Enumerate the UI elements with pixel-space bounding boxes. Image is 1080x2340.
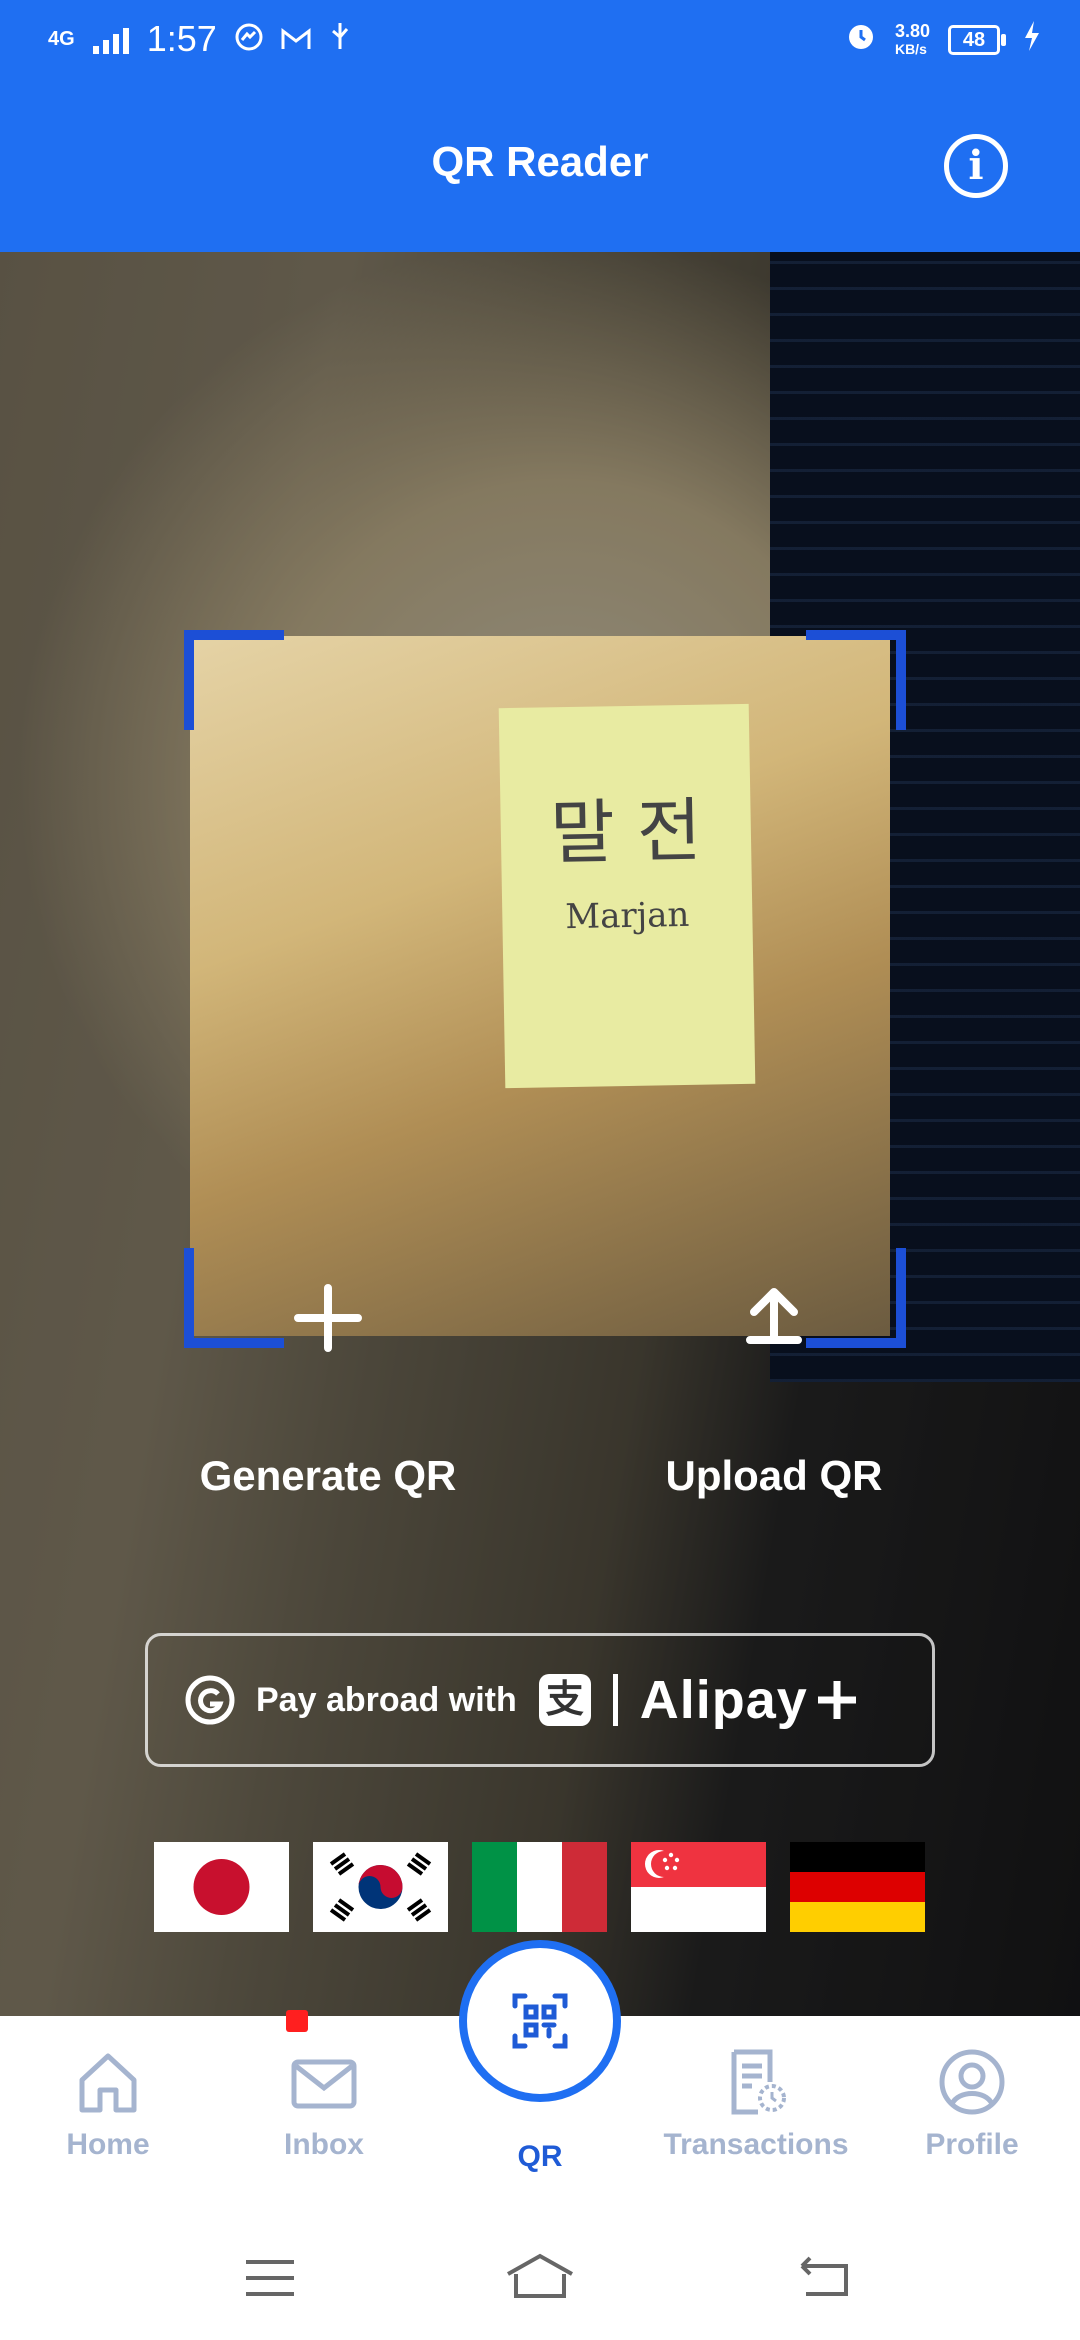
- flag-row: [154, 1842, 925, 1932]
- status-bar: 4G 1:57 3.80 KB/s 48: [0, 0, 1080, 84]
- upload-qr-button[interactable]: Upload QR: [624, 1246, 924, 1500]
- profile-icon: [939, 2049, 1005, 2115]
- alipay-brand: Alipay: [639, 1670, 808, 1730]
- back-icon[interactable]: [796, 2256, 852, 2300]
- home-icon: [79, 2053, 137, 2113]
- nav-item-transactions[interactable]: Transactions: [656, 2046, 856, 2162]
- note-line-1: 말 전: [549, 789, 703, 875]
- menu-icon[interactable]: [242, 2256, 298, 2300]
- system-nav-bar: [0, 2216, 1080, 2340]
- singapore-flag-icon: [631, 1842, 766, 1932]
- qr-scan-icon: [512, 1993, 568, 2049]
- scan-corner: [806, 630, 906, 730]
- usb-icon: [329, 18, 351, 60]
- germany-flag-icon: [790, 1842, 925, 1932]
- upload-qr-label: Upload QR: [665, 1452, 883, 1499]
- nav-item-profile[interactable]: Profile: [872, 2046, 1072, 2162]
- gmail-icon: [281, 18, 311, 60]
- italy-flag-icon: [472, 1842, 607, 1932]
- scan-corner: [184, 630, 284, 730]
- charging-icon: [1024, 21, 1040, 58]
- battery-icon: 48: [948, 24, 1006, 55]
- generate-qr-icon: [256, 1246, 400, 1390]
- note-line-2: Marjan: [564, 894, 690, 938]
- nav-item-inbox[interactable]: Inbox: [224, 2046, 424, 2162]
- inbox-unread-badge: [286, 2010, 308, 2032]
- signal-icon: [92, 24, 129, 54]
- home-nav-icon[interactable]: [504, 2250, 576, 2304]
- alipay-banner[interactable]: Pay abroad with 支 Alipay: [145, 1633, 935, 1767]
- global-pay-icon: [185, 1675, 235, 1725]
- page-title: QR Reader: [431, 138, 649, 185]
- transactions-icon: [731, 2049, 786, 2115]
- upload-qr-icon: [702, 1246, 846, 1390]
- generate-qr-label: Generate QR: [199, 1452, 457, 1499]
- top-bar: 4G 1:57 3.80 KB/s 48 QR Reader i: [0, 0, 1080, 252]
- network-speed: 3.80: [894, 20, 930, 41]
- nav-item-home[interactable]: Home: [8, 2046, 208, 2162]
- alipay-zhi-icon: 支: [538, 1674, 591, 1726]
- generate-qr-button[interactable]: Generate QR: [178, 1246, 478, 1500]
- nav-item-qr[interactable]: QR: [440, 2136, 640, 2174]
- alipay-plus-icon: [817, 1681, 856, 1719]
- sticky-note: 말 전 Marjan: [498, 703, 756, 1089]
- alipay-text: Pay abroad with: [256, 1680, 517, 1719]
- clock: 1:57: [146, 18, 217, 59]
- info-icon[interactable]: i: [944, 134, 1008, 198]
- qr-scan-button[interactable]: [459, 1940, 621, 2102]
- network-type: 4G: [48, 27, 75, 50]
- messenger-icon: [235, 18, 263, 60]
- south-korea-flag-icon: [313, 1842, 448, 1932]
- alarm-icon: [845, 20, 877, 59]
- network-speed-unit: KB/s: [894, 40, 927, 57]
- scan-window: 말 전 Marjan: [190, 636, 890, 1336]
- inbox-icon: [291, 2059, 357, 2109]
- japan-flag-icon: [154, 1842, 289, 1932]
